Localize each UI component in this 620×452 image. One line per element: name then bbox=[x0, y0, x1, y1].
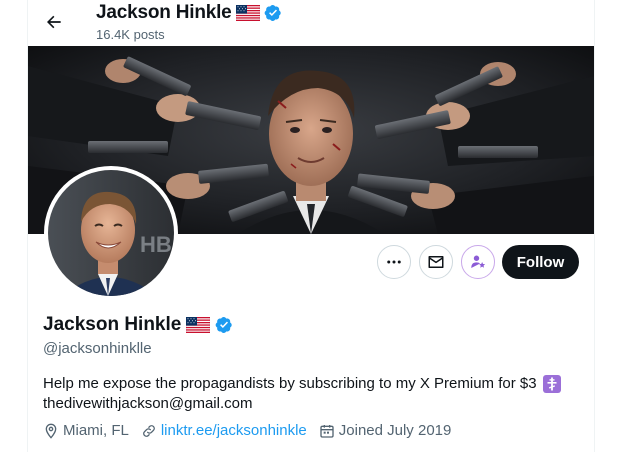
bio-email: thedivewithjackson@gmail.com bbox=[43, 395, 253, 412]
message-button[interactable] bbox=[419, 245, 453, 279]
us-flag-icon bbox=[235, 5, 260, 21]
profile-name-row: Jackson Hinkle bbox=[43, 314, 233, 336]
page-right-gutter bbox=[594, 0, 620, 452]
profile-bio: Help me expose the propagandists by subs… bbox=[43, 374, 573, 414]
back-button[interactable] bbox=[38, 6, 70, 38]
location-text: Miami, FL bbox=[63, 422, 129, 439]
profile-name: Jackson Hinkle bbox=[43, 314, 182, 335]
arrow-left-icon bbox=[47, 15, 61, 29]
orthodox-cross-icon bbox=[542, 375, 561, 393]
us-flag-icon bbox=[186, 317, 211, 333]
link-icon bbox=[142, 424, 155, 437]
mail-icon bbox=[428, 256, 444, 268]
verified-badge-icon[interactable] bbox=[215, 316, 233, 334]
subscribe-button[interactable] bbox=[461, 245, 495, 279]
header-name: Jackson Hinkle bbox=[96, 2, 232, 23]
avatar-image: HB bbox=[48, 170, 174, 296]
location-item: Miami, FL bbox=[43, 422, 129, 439]
posts-count: 16.4K posts bbox=[96, 27, 165, 42]
svg-text:HB: HB bbox=[140, 232, 172, 257]
joined-item: Joined July 2019 bbox=[319, 422, 452, 439]
bio-text: Help me expose the propagandists by subs… bbox=[43, 375, 537, 392]
more-button[interactable] bbox=[377, 245, 411, 279]
header-title-block: Jackson Hinkle 16.4K posts bbox=[96, 2, 282, 42]
more-dots-icon bbox=[387, 260, 401, 264]
page-left-gutter bbox=[0, 0, 28, 452]
avatar[interactable]: HB bbox=[44, 166, 178, 300]
calendar-icon bbox=[320, 424, 334, 438]
website-link[interactable]: linktr.ee/jacksonhinkle bbox=[161, 422, 307, 439]
profile-header: Jackson Hinkle 16.4K posts bbox=[28, 0, 594, 46]
joined-text: Joined July 2019 bbox=[338, 422, 452, 439]
subscribe-star-icon bbox=[471, 255, 486, 268]
website-item[interactable]: linktr.ee/jacksonhinkle bbox=[141, 422, 307, 439]
follow-button[interactable]: Follow bbox=[502, 245, 579, 279]
profile-handle: @jacksonhinklle bbox=[43, 340, 152, 357]
location-pin-icon bbox=[45, 423, 57, 439]
profile-meta-row: Miami, FL linktr.ee/jacksonhinkle Joined… bbox=[43, 422, 463, 439]
verified-badge-icon[interactable] bbox=[264, 4, 282, 22]
